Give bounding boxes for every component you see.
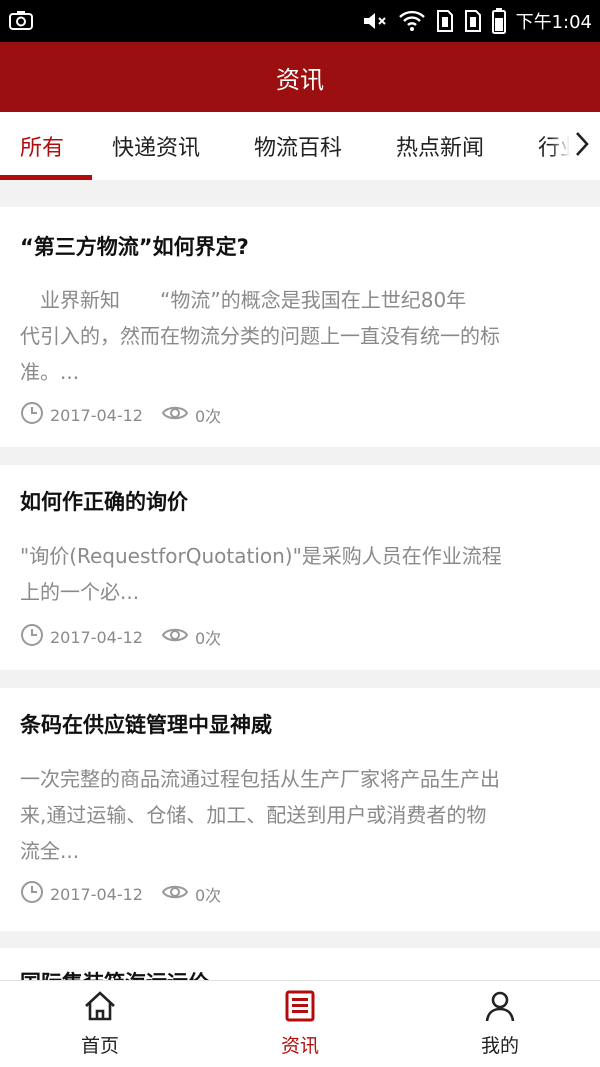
battery-icon: [491, 8, 506, 34]
article-desc: 业界新知 “物流”的概念是我国在上世纪80年 代引入的，然而在物流分类的问题上一…: [20, 288, 500, 384]
tabs-scroll-right-button[interactable]: [550, 112, 600, 180]
screenshot-icon: [8, 10, 34, 32]
article-title: “第三方物流”如何界定?: [20, 235, 249, 259]
nav-news-label: 资讯: [280, 1035, 319, 1057]
active-tab-indicator: [0, 175, 92, 180]
clock-icon: [20, 623, 50, 651]
article-views: 0次: [194, 629, 222, 648]
nav-news[interactable]: 资讯: [200, 981, 400, 1067]
mute-icon: [362, 10, 388, 32]
article-desc: 一次完整的商品流通过程包括从生产厂家将产品生产出 来,通过运输、仓储、加工、配送…: [20, 767, 500, 863]
list-item[interactable]: 条码在供应链管理中显神威 一次完整的商品流通过程包括从生产厂家将产品生产出 来,…: [0, 688, 600, 931]
tab-logistics-wiki[interactable]: 物流百科: [254, 112, 342, 180]
eye-icon: [161, 625, 195, 649]
clock-icon: [20, 401, 50, 429]
chevron-right-icon: [574, 130, 590, 162]
news-icon: [284, 990, 316, 1031]
status-time: 下午1:04: [515, 12, 592, 33]
home-icon: [82, 990, 118, 1031]
list-item[interactable]: 如何作正确的询价 "询价(RequestforQuotation)"是采购人员在…: [0, 465, 600, 670]
article-title: 如何作正确的询价: [20, 490, 188, 514]
article-date: 2017-04-12: [50, 884, 143, 904]
nav-home[interactable]: 首页: [0, 981, 200, 1067]
article-views: 0次: [194, 407, 222, 426]
wifi-icon: [398, 10, 426, 32]
bottom-nav: 首页 资讯 我的: [0, 980, 600, 1067]
article-date: 2017-04-12: [50, 405, 143, 425]
tab-express-news[interactable]: 快递资讯: [112, 112, 200, 180]
list-item[interactable]: “第三方物流”如何界定? 业界新知 “物流”的概念是我国在上世纪80年 代引入的…: [0, 207, 600, 447]
article-meta: 2017-04-12 0次: [20, 623, 221, 651]
nav-home-label: 首页: [80, 1035, 119, 1057]
nav-me-label: 我的: [480, 1035, 519, 1057]
eye-icon: [161, 403, 195, 427]
nav-me[interactable]: 我的: [400, 981, 600, 1067]
article-date: 2017-04-12: [50, 627, 143, 647]
article-views: 0次: [194, 886, 222, 905]
status-bar: 下午1:04: [0, 0, 600, 42]
category-tabs: 所有 快递资讯 物流百科 热点新闻 行业: [0, 112, 600, 180]
clock-icon: [20, 880, 50, 908]
header-bar: 资讯: [0, 42, 600, 112]
sim1-icon: [436, 9, 454, 33]
sim2-icon: [464, 9, 482, 33]
article-desc: "询价(RequestforQuotation)"是采购人员在作业流程 上的一个…: [20, 544, 502, 604]
page-title: 资讯: [276, 65, 324, 94]
article-title: 条码在供应链管理中显神威: [20, 713, 272, 737]
tab-hot-news[interactable]: 热点新闻: [396, 112, 484, 180]
article-meta: 2017-04-12 0次: [20, 880, 221, 908]
eye-icon: [161, 882, 195, 906]
user-icon: [484, 990, 516, 1031]
tab-all[interactable]: 所有: [20, 112, 64, 180]
article-meta: 2017-04-12 0次: [20, 401, 221, 429]
